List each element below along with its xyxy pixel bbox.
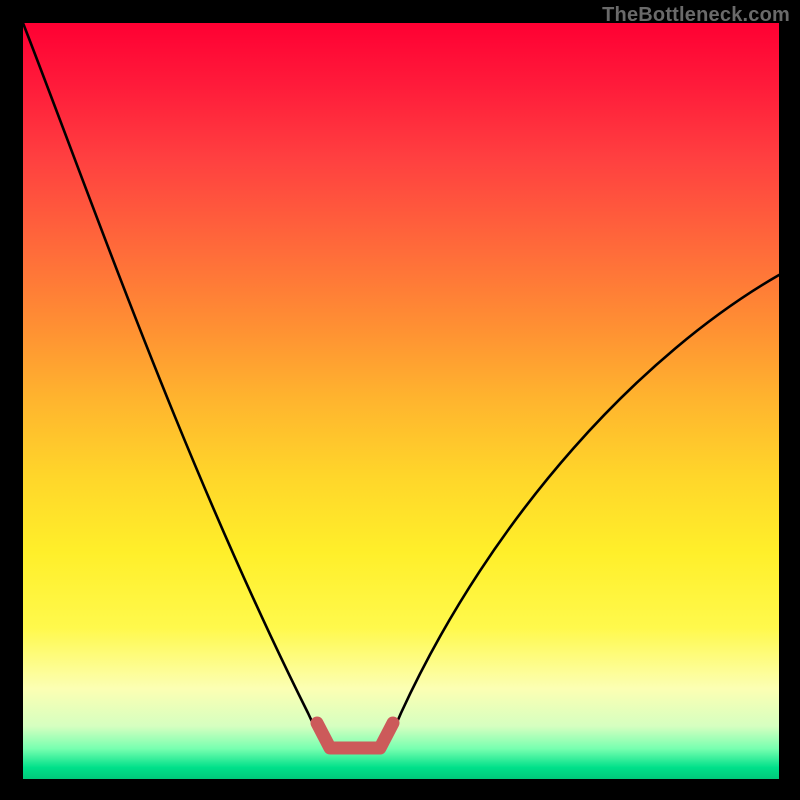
chart-stage: TheBottleneck.com: [0, 0, 800, 800]
plot-area: [23, 23, 779, 779]
bottleneck-curve-svg: [23, 23, 779, 779]
watermark-text: TheBottleneck.com: [602, 4, 790, 27]
bottleneck-curve-path: [23, 23, 779, 746]
optimal-flat-segment-path: [317, 723, 393, 748]
